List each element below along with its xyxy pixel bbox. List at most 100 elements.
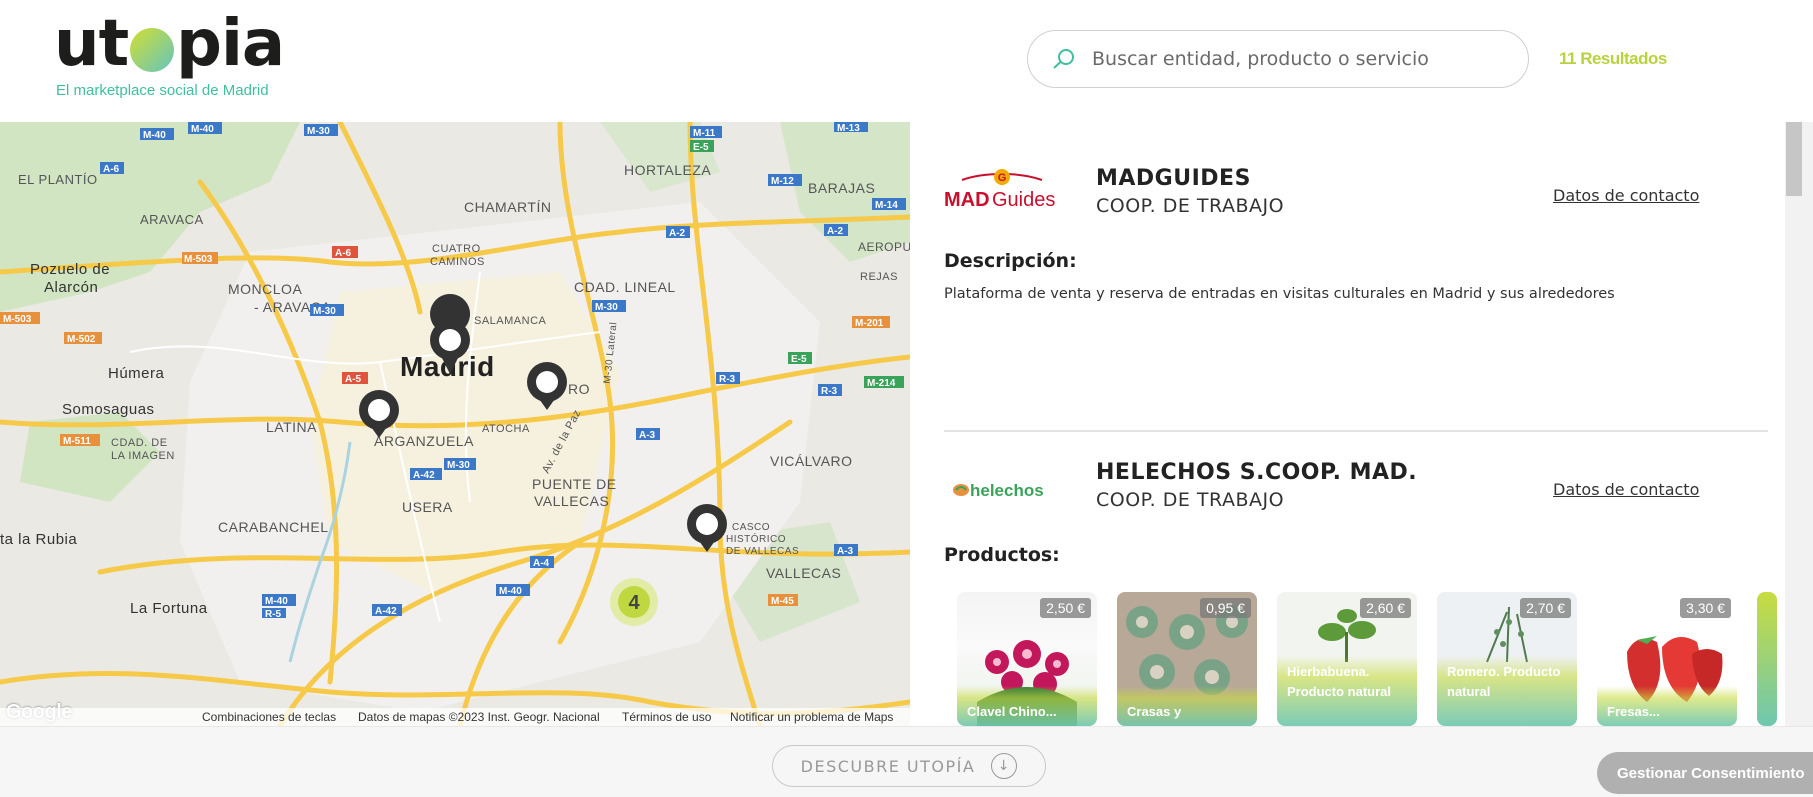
map-label: CAMINOS [430,256,485,268]
map-footer: Combinaciones de teclas Datos de mapas ©… [0,708,910,726]
products-title: Productos: [944,544,1060,566]
map-label: VALLECAS [534,493,609,509]
road-sign: M-502 [67,334,96,345]
results-count: 11 Resultados [1559,49,1667,68]
contact-link[interactable]: Datos de contacto [1553,480,1699,499]
product-name: Crasas y suculentas [1127,704,1195,726]
road-sign: E-5 [693,142,709,153]
products-carousel[interactable]: 2,50 € Clavel Chino... 0,95 € Crasas y s… [957,592,1777,726]
road-sign: M-503 [184,254,213,265]
description-title: Descripción: [944,250,1077,272]
road-sign: M-45 [771,596,794,607]
search-box[interactable] [1027,30,1529,88]
map-label: Húmera [108,365,165,382]
product-card-partial[interactable] [1757,592,1777,726]
road-sign: A-3 [837,546,854,557]
road-sign: E-5 [791,354,807,365]
scrollbar-thumb[interactable] [1786,122,1802,196]
svg-text:helechos: helechos [970,481,1044,500]
terms-link[interactable]: Términos de uso [622,710,711,724]
map-label: CARABANCHEL [218,519,329,535]
map-label: ARAVACA [140,212,204,227]
product-name: Clavel Chino... [967,704,1057,719]
discover-button[interactable]: DESCUBRE UTOPÍA ↓ [772,745,1046,787]
road-sign: M-201 [855,318,884,329]
report-problem-link[interactable]: Notificar un problema de Maps [730,710,893,724]
product-name: Romero. Producto natural [1447,664,1561,699]
logo-tagline: El marketplace social de Madrid [56,82,269,99]
product-price: 0,95 € [1200,598,1251,618]
product-card[interactable]: 2,70 € Romero. Producto natural [1437,592,1577,726]
map-label: EL PLANTÍO [18,172,98,187]
road-sign: A-2 [669,228,686,239]
map-data-attribution: Datos de mapas ©2023 Inst. Geogr. Nacion… [358,710,600,724]
helechos-logo: helechos [952,478,1052,506]
svg-text:MAD: MAD [944,189,990,210]
product-card[interactable]: 3,30 € Fresas... [1597,592,1737,726]
madguides-logo: G MAD Guides [944,166,1060,211]
entity-name: MADGUIDES [1096,166,1251,191]
road-sign: M-11 [693,128,716,139]
product-price: 2,70 € [1520,598,1571,618]
map-cluster[interactable]: 4 [610,578,658,626]
road-sign: M-503 [3,314,32,325]
map-label: La Fortuna [130,600,208,617]
map-label: MONCLOA [228,281,302,297]
keyboard-shortcuts-link[interactable]: Combinaciones de teclas [202,710,336,724]
map-label: VICÁLVARO [770,453,853,469]
road-sign: M-14 [875,200,898,211]
road-sign: A-2 [827,226,844,237]
road-sign: M-40 [499,586,522,597]
product-price: 2,50 € [1040,598,1091,618]
map-label: VALLECAS [766,565,841,581]
results-list[interactable]: G MAD Guides MADGUIDES COOP. DE TRABAJO … [910,122,1785,726]
discover-label: DESCUBRE UTOPÍA [800,756,976,776]
road-sign: M-40 [191,124,214,135]
map-label: Somosaguas [62,401,155,418]
product-card[interactable]: 2,60 € Hierbabuena. Producto natural [1277,592,1417,726]
road-sign: M-30 [595,302,618,313]
map-label: ta la Rubia [0,531,77,548]
road-sign: A-6 [335,248,352,259]
map-label: CDAD. DE [111,437,168,449]
map-label: PUENTE DE [532,476,617,492]
map-label: BARAJAS [808,180,875,196]
road-sign: M-40 [143,130,166,141]
product-price: 3,30 € [1680,598,1731,618]
entity-type: COOP. DE TRABAJO [1096,195,1285,217]
road-sign: M-40 [265,596,288,607]
contact-link[interactable]: Datos de contacto [1553,186,1699,205]
road-sign: R-3 [719,374,736,385]
consent-button[interactable]: Gestionar Consentimiento [1597,752,1813,794]
road-sign: M-511 [63,436,91,447]
map-label: RO [568,381,590,397]
map-label: ATOCHA [482,423,530,435]
map-canvas[interactable]: EL PLANTÍO ARAVACA Pozuelo de Alarcón MO… [0,122,910,726]
road-sign: M-30 [313,306,336,317]
map-label: HORTALEZA [624,162,711,178]
scrollbar-track[interactable] [1785,122,1813,726]
madguides-logo-icon: G MAD Guides [944,169,1055,211]
map-label: HISTÓRICO [726,532,786,545]
product-card[interactable]: 2,50 € Clavel Chino... [957,592,1097,726]
utopia-logo[interactable]: ut pia El marketplace social de Madrid [54,7,285,99]
entity-name: HELECHOS S.COOP. MAD. [1096,460,1418,485]
road-sign: M-12 [771,176,794,187]
road-sign: A-4 [533,558,550,569]
search-icon [1053,49,1074,69]
road-sign: M-30 [447,460,470,471]
map-label: Pozuelo de [30,261,110,278]
search-input[interactable] [1090,47,1494,71]
logo-o-icon [130,28,175,72]
logo-wordmark: ut pia [54,7,285,81]
helechos-logo-icon: helechos [953,481,1044,500]
road-sign: M-30 [307,126,330,137]
road-sign: A-5 [345,374,362,385]
road-sign: A-3 [639,430,656,441]
header: utpia El marketplace social de Madrid 11… [0,0,1813,123]
road-sign: M-214 [867,378,896,389]
map[interactable]: EL PLANTÍO ARAVACA Pozuelo de Alarcón MO… [0,122,910,726]
product-card[interactable]: 0,95 € Crasas y suculentas [1117,592,1257,726]
svg-text:G: G [998,172,1007,184]
map-label: CDAD. LINEAL [574,279,676,295]
